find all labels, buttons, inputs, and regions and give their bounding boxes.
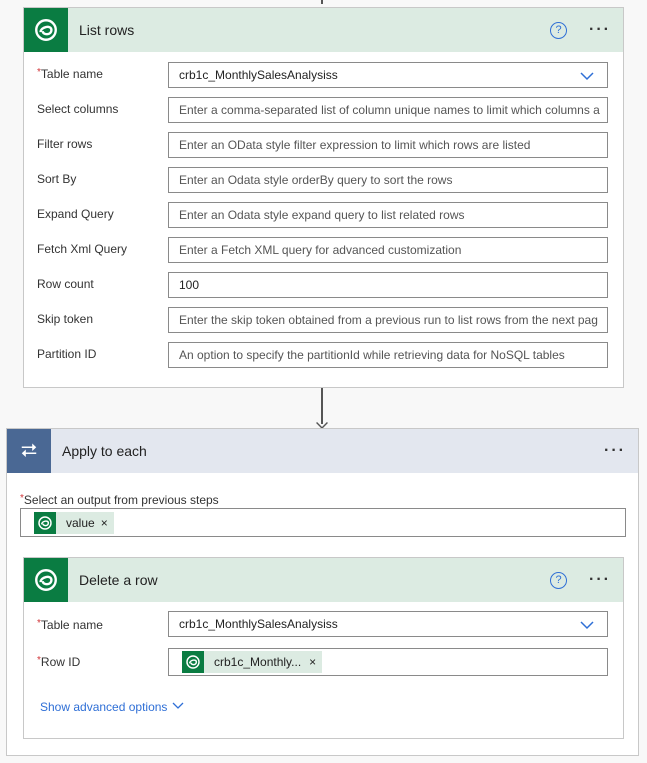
list-rows-header[interactable]: List rows ? ··· [24, 8, 623, 52]
loop-icon: ⮂ [7, 429, 51, 473]
select-output-input[interactable]: value × [20, 508, 626, 537]
chevron-down-icon [172, 702, 184, 709]
field-input[interactable]: Enter an Odata style expand query to lis… [168, 202, 608, 228]
field-label: Skip token [37, 312, 94, 326]
card-title: Delete a row [79, 572, 158, 588]
field-label: Select columns [37, 102, 119, 116]
field-input[interactable]: Enter a Fetch XML query for advanced cus… [168, 237, 608, 263]
field-label: Sort By [37, 172, 77, 186]
field-label: Partition ID [37, 347, 97, 361]
card-title: Apply to each [62, 443, 147, 459]
help-icon[interactable]: ? [550, 571, 568, 589]
field-label: *Table name [37, 67, 103, 81]
value-token: value × [34, 512, 114, 534]
row-id-token: crb1c_Monthly... × [182, 651, 323, 673]
field-input[interactable]: Enter the skip token obtained from a pre… [168, 307, 608, 333]
field-label: Expand Query [37, 207, 114, 221]
apply-to-each-card: ⮂ Apply to each ··· *Select an output fr… [6, 428, 639, 756]
field-label: Fetch Xml Query [37, 242, 128, 256]
chevron-down-icon [580, 72, 594, 81]
field-label: Filter rows [37, 137, 93, 151]
chevron-down-icon [580, 621, 594, 630]
dataverse-icon [24, 558, 68, 602]
field-input[interactable]: Enter an Odata style orderBy query to so… [168, 167, 608, 193]
table-name-dropdown[interactable]: crb1c_MonthlySalesAnalysiss [168, 62, 608, 88]
table-name-dropdown[interactable]: crb1c_MonthlySalesAnalysiss [168, 611, 608, 637]
help-icon[interactable]: ? [550, 21, 568, 39]
dataverse-icon [24, 8, 68, 52]
select-output-label: *Select an output from previous steps [20, 493, 219, 507]
remove-token-icon[interactable]: × [309, 655, 322, 669]
remove-token-icon[interactable]: × [101, 516, 114, 530]
field-input[interactable]: 100 [168, 272, 608, 298]
more-options-icon[interactable]: ··· [604, 442, 626, 460]
table-name-label: *Table name [37, 618, 103, 632]
apply-to-each-header[interactable]: ⮂ Apply to each ··· [7, 429, 638, 473]
more-options-icon[interactable]: ··· [589, 571, 611, 589]
delete-row-card: Delete a row ? ··· *Table name crb1c_Mon… [23, 557, 624, 739]
field-input[interactable]: An option to specify the partitionId whi… [168, 342, 608, 368]
list-rows-card: List rows ? ··· *Table name crb1c_Monthly… [23, 7, 624, 388]
row-id-input[interactable]: crb1c_Monthly... × [168, 648, 608, 676]
dataverse-icon [182, 651, 204, 673]
field-label: Row count [37, 277, 94, 291]
field-input[interactable]: Enter an OData style filter expression t… [168, 132, 608, 158]
card-title: List rows [79, 22, 135, 38]
connector-arrow [321, 0, 323, 4]
delete-row-header[interactable]: Delete a row ? ··· [24, 558, 623, 602]
field-input[interactable]: Enter a comma-separated list of column u… [168, 97, 608, 123]
more-options-icon[interactable]: ··· [589, 21, 611, 39]
dataverse-icon [34, 512, 56, 534]
row-id-label: *Row ID [37, 655, 81, 669]
show-advanced-options-link[interactable]: Show advanced options [40, 700, 185, 714]
